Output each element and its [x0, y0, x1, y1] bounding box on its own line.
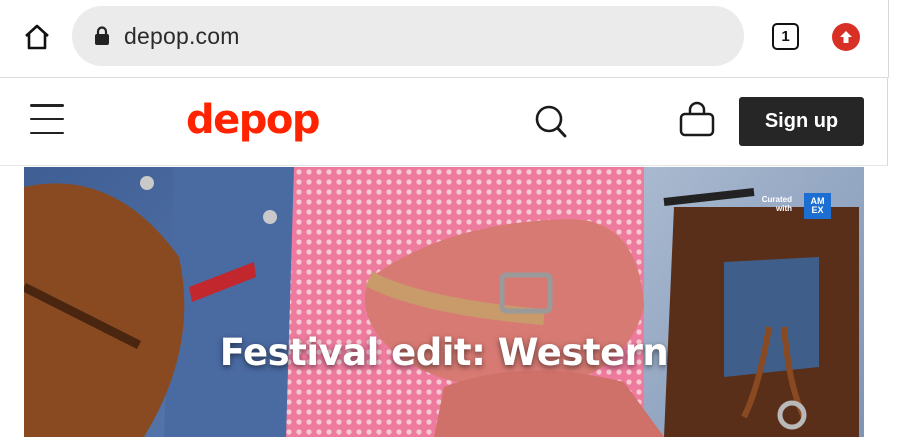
sign-up-button[interactable]: Sign up	[739, 97, 864, 146]
tab-count: 1	[781, 28, 790, 45]
curated-label: Curated with	[761, 195, 792, 213]
bag-button[interactable]	[677, 100, 717, 140]
hero-title: Festival edit: Western	[219, 331, 669, 374]
address-bar[interactable]: depop.com	[72, 6, 744, 66]
site-header: depop Sign up	[0, 78, 888, 166]
update-button[interactable]	[832, 23, 860, 51]
tab-switcher-button[interactable]: 1	[772, 23, 799, 50]
amex-logo: AM EX	[804, 193, 831, 219]
search-icon	[535, 105, 567, 138]
home-icon	[25, 24, 49, 50]
hero-image	[24, 167, 864, 437]
hero-banner[interactable]: Curated with AM EX Festival edit: Wester…	[24, 167, 864, 437]
shopping-bag-icon	[679, 101, 715, 137]
depop-logo[interactable]: depop	[186, 96, 321, 144]
home-button[interactable]	[20, 20, 54, 54]
browser-toolbar: depop.com 1	[0, 0, 889, 78]
url-text: depop.com	[124, 22, 240, 49]
hamburger-menu-icon[interactable]	[30, 102, 64, 136]
arrow-up-icon	[840, 31, 852, 43]
lock-icon	[94, 26, 110, 45]
curated-with-badge: Curated with AM EX	[752, 193, 836, 219]
search-button[interactable]	[533, 102, 569, 140]
